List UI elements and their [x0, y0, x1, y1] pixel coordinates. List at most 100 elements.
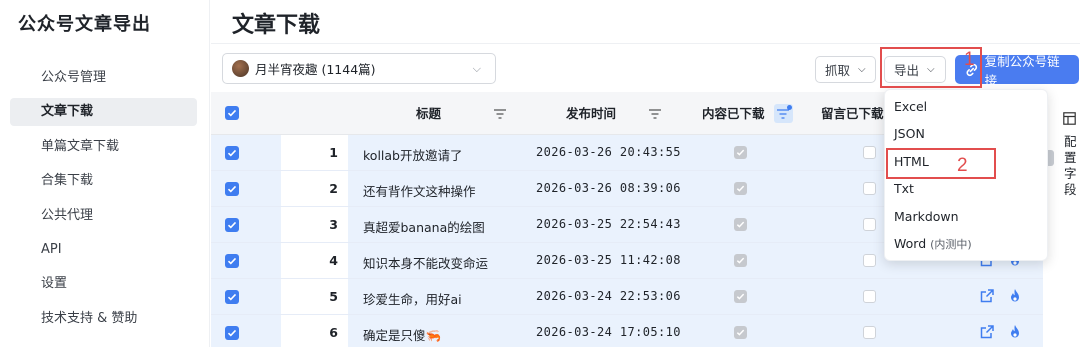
content-downloaded-checkbox	[734, 290, 747, 303]
check-icon	[227, 329, 237, 337]
comments-downloaded-checkbox	[863, 326, 876, 339]
select-all-checkbox[interactable]	[225, 106, 239, 120]
export-option-txt[interactable]: Txt	[894, 181, 914, 196]
export-option-html[interactable]: HTML	[894, 154, 929, 169]
page-title: 文章下载	[232, 13, 321, 38]
row-title[interactable]: 珍爱生命，用好ai	[363, 289, 462, 308]
column-title: 标题	[416, 106, 442, 121]
filter-icon	[777, 109, 789, 119]
table-columns-icon	[1063, 112, 1076, 125]
account-select[interactable]: 月半宵夜趣 (1144篇) ⌵	[222, 53, 496, 84]
comments-downloaded-checkbox	[863, 218, 876, 231]
annotation-step-1: 1	[964, 49, 975, 70]
export-button[interactable]: 导出 ⌵	[884, 56, 946, 83]
row-index: 5	[329, 289, 338, 304]
content-downloaded-checkbox	[734, 182, 747, 195]
chevron-down-icon: ⌵	[927, 64, 935, 75]
chevron-down-icon: ⌵	[472, 62, 481, 75]
comments-downloaded-checkbox	[863, 182, 876, 195]
comments-downloaded-checkbox	[863, 254, 876, 267]
comments-downloaded-checkbox	[863, 146, 876, 159]
export-option-word-note: (内测中)	[930, 238, 972, 251]
row-index: 2	[329, 181, 338, 196]
row-title[interactable]: 确定是只傻🦐	[363, 325, 441, 344]
row-index: 6	[329, 325, 338, 340]
column-content-downloaded: 内容已下载	[702, 106, 765, 121]
account-avatar	[232, 60, 249, 77]
check-icon	[736, 293, 745, 300]
chevron-down-icon: ⌵	[858, 64, 866, 75]
export-option-word[interactable]: Word (内测中)	[894, 236, 972, 252]
check-icon	[736, 257, 745, 264]
row-index: 3	[329, 217, 338, 232]
config-fields-panel[interactable]: 配置字段	[1061, 112, 1080, 198]
row-checkbox[interactable]	[225, 290, 239, 304]
row-index: 1	[329, 145, 338, 160]
sidebar-item-article-download[interactable]: 文章下载	[10, 98, 197, 127]
row-checkbox[interactable]	[225, 182, 239, 196]
sidebar-item-account-manage[interactable]: 公众号管理	[10, 64, 197, 92]
sidebar-item-public-proxy[interactable]: 公共代理	[10, 202, 197, 230]
check-icon	[227, 221, 237, 229]
app-title: 公众号文章导出	[18, 14, 151, 35]
sidebar-item-single-download[interactable]: 单篇文章下载	[10, 133, 197, 161]
check-icon	[227, 185, 237, 193]
sidebar-item-collection-download[interactable]: 合集下载	[10, 167, 197, 195]
sidebar-item-settings[interactable]: 设置	[10, 270, 197, 298]
export-option-json[interactable]: JSON	[894, 126, 925, 141]
row-title[interactable]: 真超爱banana的绘图	[363, 217, 485, 236]
row-checkbox[interactable]	[225, 326, 239, 340]
column-publish-time: 发布时间	[566, 106, 617, 121]
filter-icon[interactable]	[649, 109, 661, 119]
column-comments-downloaded: 留言已下载	[821, 106, 884, 121]
table-row[interactable]: 6 确定是只傻🦐 2026-03-24 17:05:10	[211, 315, 1043, 347]
row-index: 4	[329, 253, 338, 268]
row-title[interactable]: 知识本身不能改变命运	[363, 253, 488, 272]
row-title[interactable]: kollab开放邀请了	[363, 145, 462, 164]
check-icon	[227, 149, 237, 157]
row-date: 2026-03-26 20:43:55	[536, 145, 681, 159]
open-link-icon[interactable]	[979, 288, 995, 304]
check-icon	[736, 185, 745, 192]
export-label: 导出	[894, 63, 920, 78]
sidebar-nav: 公众号管理 文章下载 单篇文章下载 合集下载 公共代理 API 设置 技术支持 …	[10, 64, 197, 339]
content-downloaded-checkbox	[734, 146, 747, 159]
row-date: 2026-03-25 22:54:43	[536, 217, 681, 231]
sidebar-item-support[interactable]: 技术支持 & 赞助	[10, 305, 197, 333]
copy-link-label: 复制公众号链接	[984, 53, 1060, 88]
grab-button[interactable]: 抓取 ⌵	[815, 56, 876, 83]
sidebar-item-api[interactable]: API	[10, 236, 197, 264]
filter-icon[interactable]	[494, 109, 506, 119]
open-link-icon[interactable]	[979, 324, 995, 340]
row-checkbox[interactable]	[225, 146, 239, 160]
export-option-excel[interactable]: Excel	[894, 99, 927, 114]
check-icon	[736, 149, 745, 156]
check-icon	[736, 221, 745, 228]
row-date: 2026-03-24 22:53:06	[536, 289, 681, 303]
check-icon	[736, 329, 745, 336]
fire-icon[interactable]	[1007, 324, 1023, 340]
table-row[interactable]: 5 珍爱生命，用好ai 2026-03-24 22:53:06	[211, 279, 1043, 315]
grab-label: 抓取	[825, 63, 851, 78]
row-checkbox[interactable]	[225, 218, 239, 232]
fire-icon[interactable]	[1007, 288, 1023, 304]
content-downloaded-checkbox	[734, 218, 747, 231]
filter-active-dot	[787, 105, 792, 110]
row-checkbox[interactable]	[225, 254, 239, 268]
export-option-markdown[interactable]: Markdown	[894, 209, 959, 224]
config-fields-label: 配置字段	[1064, 134, 1077, 197]
row-date: 2026-03-26 08:39:06	[536, 181, 681, 195]
row-title[interactable]: 还有背作文这种操作	[363, 181, 476, 200]
check-icon	[227, 257, 237, 265]
header-divider	[211, 43, 1080, 44]
app-window: 公众号文章导出 公众号管理 文章下载 单篇文章下载 合集下载 公共代理 API …	[0, 0, 1080, 347]
filter-active-button[interactable]	[774, 104, 793, 123]
content-downloaded-checkbox	[734, 254, 747, 267]
row-date: 2026-03-24 17:05:10	[536, 325, 681, 339]
row-date: 2026-03-25 11:42:08	[536, 253, 681, 267]
check-icon	[227, 109, 237, 117]
content-downloaded-checkbox	[734, 326, 747, 339]
export-option-word-label: Word	[894, 236, 927, 251]
annotation-step-2: 2	[957, 155, 968, 176]
sidebar: 公众号文章导出 公众号管理 文章下载 单篇文章下载 合集下载 公共代理 API …	[0, 0, 210, 347]
